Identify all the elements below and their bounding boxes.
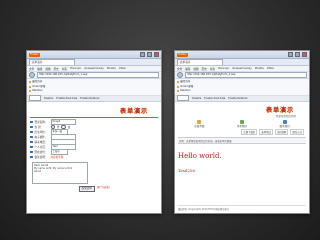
- province-select[interactable]: 上海市: [50, 149, 68, 155]
- navigation-toolbar: http://192.168.183.1/pfkstj/form_2.asp: [175, 72, 309, 79]
- browser-window-right: Firefox 表单演示 文件 编辑 视图 历史 书签 Hoxxvpn Grea…: [174, 50, 310, 214]
- dev-toggle[interactable]: Disable: [192, 97, 201, 100]
- page-content: 表单演示 登录名称： Dingdi 性 别： 男 女 出生年份： 年份一级 电子…: [27, 102, 161, 194]
- site-tab[interactable]: 文档资料: [274, 129, 289, 135]
- navigation-toolbar: http://192.168.183.1/pfkstj/form_1.asp: [27, 72, 161, 79]
- tab-strip: 表单演示: [175, 59, 309, 66]
- nav-item-about[interactable]: 关于我们: [237, 119, 247, 128]
- site-tab[interactable]: 表单测试: [259, 129, 273, 135]
- bookmark-item[interactable]: Rakuten: [29, 89, 159, 94]
- bullet-icon: [30, 155, 33, 159]
- tab-strip: 表单演示: [27, 59, 161, 66]
- minimize-icon[interactable]: [288, 52, 293, 57]
- menu-item[interactable]: 文件: [29, 67, 34, 71]
- bullet-icon: [30, 145, 33, 149]
- bookmark-item[interactable]: Rakuten: [177, 89, 307, 94]
- menu-item[interactable]: Mozilla: [107, 67, 116, 70]
- maximize-icon[interactable]: [147, 52, 152, 57]
- submitted-name: Tasil256: [178, 168, 195, 173]
- browser-tab[interactable]: 表单演示: [177, 59, 223, 65]
- dev-toggle[interactable]: Enable Post data: [204, 97, 225, 100]
- bookmark-icon: [29, 81, 32, 84]
- nav-item-download[interactable]: 在线下载: [194, 119, 204, 128]
- form-row-note: 备注说明： 对应的字段: [30, 155, 158, 160]
- dev-toggle[interactable]: Enable Post data: [56, 97, 77, 100]
- dev-dropdown[interactable]: [177, 95, 189, 101]
- download-icon: [197, 119, 202, 124]
- bookmark-icon: [29, 85, 32, 88]
- menu-item[interactable]: Greasemonkey: [84, 67, 103, 70]
- menu-item[interactable]: 文件: [177, 67, 182, 71]
- bullet-icon: [30, 125, 33, 129]
- title-bar: Firefox: [27, 51, 161, 59]
- close-icon[interactable]: [302, 52, 307, 57]
- bookmark-icon: [177, 81, 180, 84]
- menu-item[interactable]: Other: [267, 67, 274, 70]
- dev-toggle[interactable]: Disable: [44, 97, 53, 100]
- menu-item[interactable]: 书签: [210, 67, 215, 71]
- info-bar: 说明：这里将是表单提交的页面，接收表单的数据: [178, 137, 306, 144]
- menu-item[interactable]: 书签: [62, 67, 67, 71]
- page-footer: 版权所有 (Copyright) 2010 FKSTJ 网站测试演示: [178, 204, 306, 211]
- menu-item[interactable]: 历史: [54, 67, 59, 71]
- bookmarks-list: 最常访问 Gmail 邮箱 Rakuten: [27, 79, 161, 96]
- menu-item[interactable]: 视图: [45, 67, 50, 71]
- close-icon[interactable]: [154, 52, 159, 57]
- minimize-icon[interactable]: [140, 52, 145, 57]
- menu-item[interactable]: 历史: [202, 67, 207, 71]
- divider: [30, 116, 158, 118]
- dev-toggle[interactable]: Enable Referrer: [228, 97, 247, 100]
- bookmark-icon: [29, 90, 32, 93]
- url-input[interactable]: http://192.168.183.1/pfkstj/form_1.asp: [37, 72, 159, 78]
- bullet-icon: [30, 135, 33, 139]
- comment-textarea[interactable]: Hello world! My name is Mr. My name is D…: [32, 161, 88, 184]
- site-tab[interactable]: 联系方式: [290, 129, 304, 135]
- dev-dropdown[interactable]: [29, 95, 41, 101]
- site-nav: 在线下载 关于我们 联系我们: [178, 119, 306, 128]
- bullet-icon: [30, 150, 33, 154]
- menu-item[interactable]: 视图: [193, 67, 198, 71]
- back-icon[interactable]: [29, 72, 35, 78]
- about-icon: [239, 119, 244, 124]
- site-logo: 表单演示: [119, 107, 148, 115]
- required-note: (带*为必填): [96, 185, 110, 189]
- bullet-icon: [30, 120, 33, 124]
- site-subtitle: 我要就是我的项目: [275, 114, 296, 118]
- login-field[interactable]: Dingdi: [50, 119, 76, 125]
- menu-item[interactable]: Greasemonkey: [232, 67, 251, 70]
- menu-item[interactable]: Hoxxvpn: [70, 67, 81, 70]
- nav-item-contact[interactable]: 联系我们: [280, 119, 290, 128]
- browser-window-left: Firefox 表单演示 文件 编辑 视图 历史 书签 Hoxxvpn Grea…: [26, 50, 162, 214]
- hello-text: Hello world.: [178, 152, 222, 160]
- firefox-badge[interactable]: Firefox: [177, 52, 188, 57]
- site-logo: 表单演示: [265, 106, 294, 114]
- contact-icon: [282, 119, 287, 124]
- menu-item[interactable]: Hoxxvpn: [218, 67, 229, 70]
- maximize-icon[interactable]: [295, 52, 300, 57]
- bookmark-icon: [177, 85, 180, 88]
- menu-item[interactable]: 编辑: [37, 67, 42, 71]
- firefox-badge[interactable]: Firefox: [29, 52, 40, 57]
- url-input[interactable]: http://192.168.183.1/pfkstj/form_2.asp: [185, 72, 307, 78]
- dev-toggle[interactable]: Enable Referrer: [80, 97, 99, 100]
- site-tabs: 注册下载区 表单测试 文档资料 联系方式: [178, 129, 306, 135]
- bullet-icon: [30, 140, 33, 144]
- browser-tab[interactable]: 表单演示: [29, 59, 75, 65]
- bookmarks-list: 最常访问 Gmail 邮箱 Rakuten: [175, 79, 309, 96]
- bookmark-icon: [177, 90, 180, 93]
- menu-item[interactable]: 编辑: [185, 67, 190, 71]
- title-bar: Firefox: [175, 51, 309, 59]
- submit-button[interactable]: 提交表单: [78, 185, 95, 192]
- page-content: 表单演示 我要就是我的项目 在线下载 关于我们 联系我们 注册下载区 表单测试 …: [175, 102, 309, 214]
- bullet-icon: [30, 130, 33, 134]
- menu-item[interactable]: Other: [119, 67, 126, 70]
- menu-item[interactable]: Mozilla: [255, 67, 264, 70]
- site-tab[interactable]: 注册下载区: [241, 129, 258, 135]
- back-icon[interactable]: [177, 72, 183, 78]
